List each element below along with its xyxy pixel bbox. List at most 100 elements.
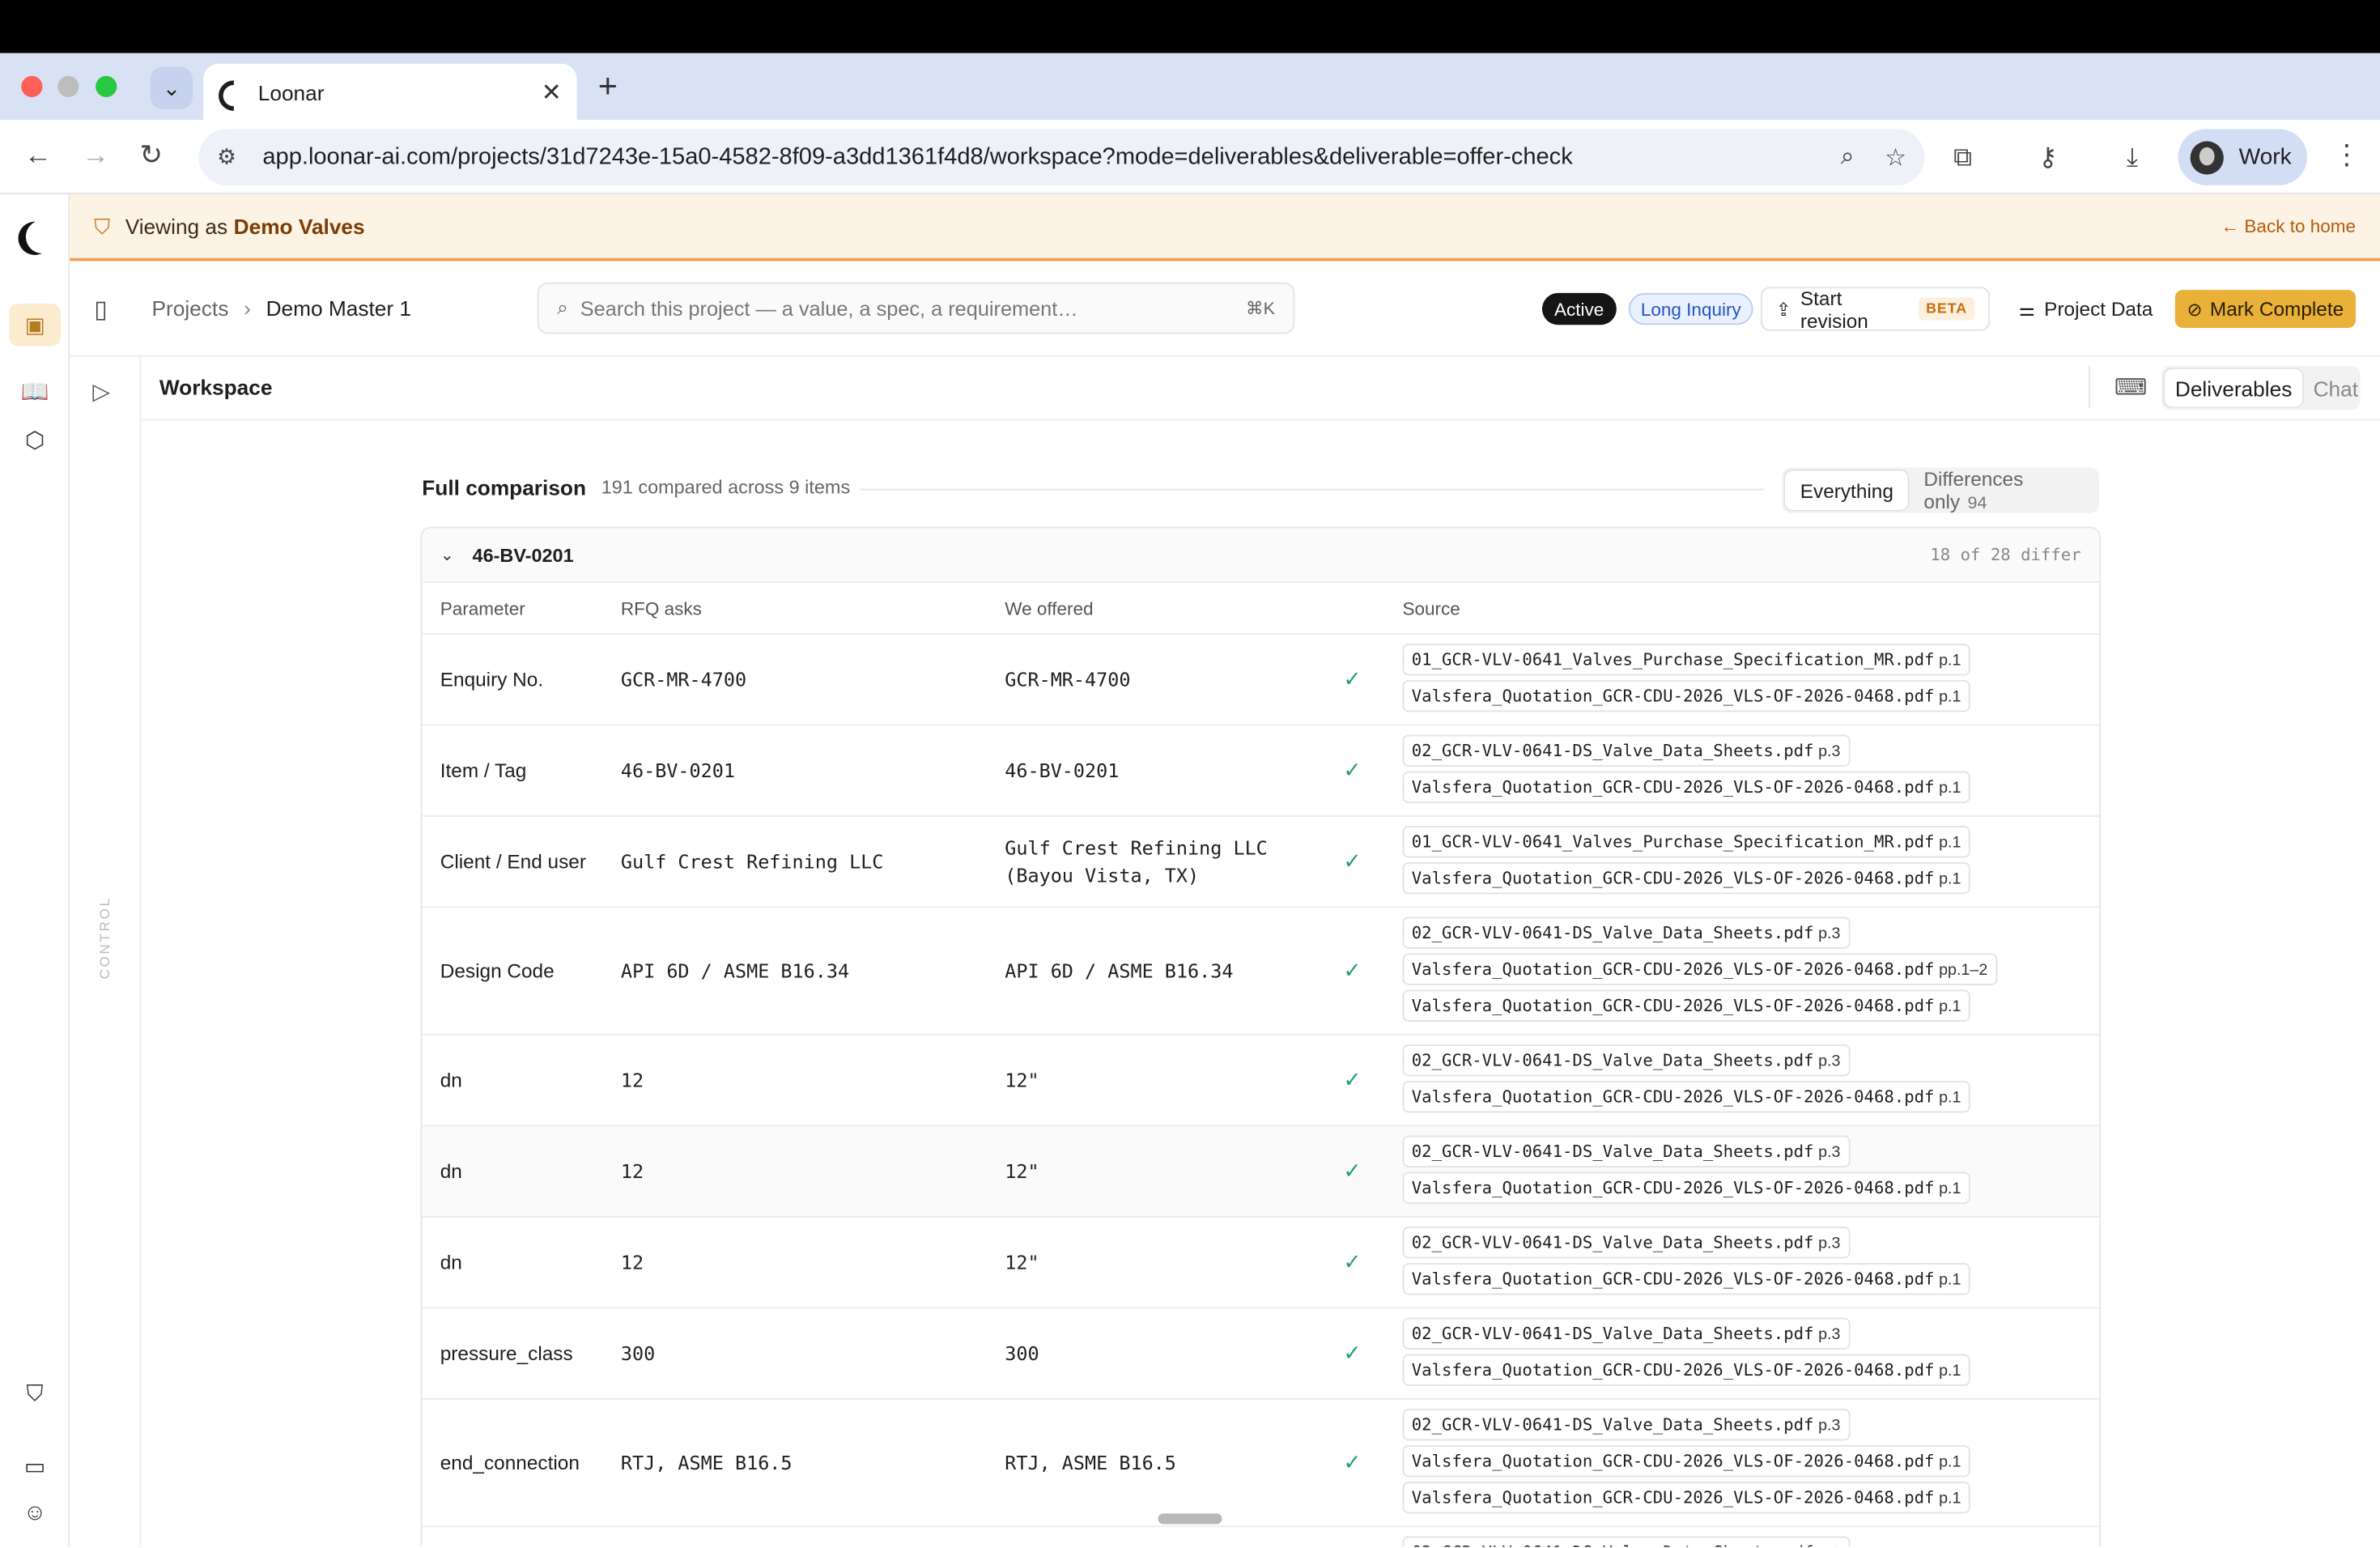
- source-chip[interactable]: 01_GCR-VLV-0641_Valves_Purchase_Specific…: [1402, 826, 1970, 858]
- source-chip[interactable]: 02_GCR-VLV-0641-DS_Valve_Data_Sheets.pdf…: [1402, 1044, 1850, 1077]
- user-icon[interactable]: ☺: [19, 1500, 50, 1526]
- source-chip[interactable]: 02_GCR-VLV-0641-DS_Valve_Data_Sheets.pdf…: [1402, 1227, 1850, 1259]
- forward-arrow-icon[interactable]: →: [82, 140, 109, 172]
- source-file: 02_GCR-VLV-0641-DS_Valve_Data_Sheets.pdf: [1411, 923, 1814, 943]
- match-check-icon: ✓: [1343, 958, 1362, 983]
- source-chip[interactable]: Valsfera_Quotation_GCR-CDU-2026_VLS-OF-2…: [1402, 1263, 1970, 1295]
- tab-deliverables[interactable]: Deliverables: [2164, 368, 2303, 407]
- extensions-puzzle-icon[interactable]: ⧉: [1953, 142, 1972, 173]
- match-check-icon: ✓: [1343, 1340, 1362, 1365]
- browser-menu-icon[interactable]: ⋮: [2333, 140, 2361, 172]
- projects-nav-icon[interactable]: ▣: [9, 304, 61, 347]
- back-to-home-link[interactable]: ← Back to home: [2221, 215, 2356, 236]
- group-diff-count: 18 of 28 differ: [1930, 545, 2081, 565]
- source-page: p.3: [1818, 1142, 1841, 1162]
- table-row: end_connection RTJ, ASME B16.5 RTJ, ASME B…: [422, 1400, 2100, 1528]
- workspace-bar: Workspace ⌨: [141, 356, 2380, 421]
- check-circle-icon: ⊘: [2187, 298, 2203, 320]
- browser-tab[interactable]: Loonar ✕: [203, 63, 577, 121]
- offered-cell: 12": [1005, 1069, 1039, 1092]
- match-check-icon: ✓: [1343, 1158, 1362, 1183]
- source-chip[interactable]: Valsfera_Quotation_GCR-CDU-2026_VLS-OF-2…: [1402, 1445, 1970, 1478]
- group-header[interactable]: ⌄ 46-BV-0201 18 of 28 differ: [422, 528, 2100, 583]
- inquiry-type-badge: Long Inquiry: [1628, 292, 1753, 325]
- download-icon[interactable]: ⤓: [2127, 142, 2138, 173]
- col-we-offered: We offered: [1005, 598, 1094, 619]
- source-chip[interactable]: 01_GCR-VLV-0641_Valves_Purchase_Specific…: [1402, 644, 1970, 676]
- source-file: Valsfera_Quotation_GCR-CDU-2026_VLS-OF-2…: [1411, 777, 1935, 797]
- back-arrow-icon[interactable]: ←: [24, 140, 52, 172]
- chat-bubble-icon[interactable]: ▭: [19, 1452, 50, 1480]
- breadcrumb-projects[interactable]: Projects: [152, 296, 229, 321]
- expand-panel-icon[interactable]: ▷: [92, 378, 110, 406]
- minimize-window-dot[interactable]: [57, 75, 79, 97]
- zoom-window-dot[interactable]: [96, 75, 117, 97]
- project-data-button[interactable]: ⚌ Project Data: [2007, 287, 2165, 330]
- address-bar[interactable]: ⚙ app.loonar-ai.com/projects/31d7243e-15…: [198, 129, 1925, 185]
- url-text[interactable]: app.loonar-ai.com/projects/31d7243e-15a0…: [262, 143, 1810, 171]
- package-cube-icon[interactable]: ⬡: [19, 427, 50, 454]
- match-check-icon: ✓: [1343, 1249, 1362, 1274]
- shield-icon[interactable]: ⛉: [19, 1381, 50, 1407]
- source-file: Valsfera_Quotation_GCR-CDU-2026_VLS-OF-2…: [1411, 959, 1935, 980]
- source-page: p.3: [1818, 1544, 1840, 1547]
- tab-search-chevron-icon[interactable]: ⌄: [150, 66, 193, 109]
- source-chip[interactable]: 02_GCR-VLV-0641-DS_Valve_Data_Sheets.pdf…: [1402, 734, 1850, 767]
- mark-complete-button[interactable]: ⊘ Mark Complete: [2174, 290, 2356, 328]
- source-page: p.3: [1818, 1325, 1841, 1344]
- parameter-cell: Design Code: [440, 959, 555, 983]
- loonar-logo-icon[interactable]: [19, 222, 55, 258]
- keyboard-icon[interactable]: ⌨: [2114, 373, 2148, 401]
- reload-icon[interactable]: ↻: [140, 140, 163, 172]
- source-page: p.3: [1818, 742, 1841, 761]
- comparison-rows: Enquiry No. GCR-MR-4700 GCR-MR-4700 ✓ 01_GCR…: [422, 635, 2100, 1547]
- source-chip[interactable]: 02_GCR-VLV-0641-DS_Valve_Data_Sheets.pdf…: [1402, 1135, 1850, 1167]
- source-chip[interactable]: Valsfera_Quotation_GCR-CDU-2026_VLS-OF-2…: [1402, 1354, 1970, 1386]
- project-search-input[interactable]: ⌕ Search this project — a value, a spec,…: [537, 282, 1295, 334]
- source-file: Valsfera_Quotation_GCR-CDU-2026_VLS-OF-2…: [1411, 1360, 1935, 1380]
- start-revision-button[interactable]: ⇪ Start revision BETA: [1761, 286, 1991, 332]
- rfq-cell: 12: [620, 1069, 644, 1092]
- sidebar-toggle-icon[interactable]: ▯: [94, 295, 108, 325]
- source-chip[interactable]: 02_GCR-VLV-0641-DS_Valve_Data_Sheets.pdf…: [1402, 1409, 1850, 1441]
- new-tab-icon[interactable]: +: [598, 67, 618, 107]
- source-chip[interactable]: Valsfera_Quotation_GCR-CDU-2026_VLS-OF-2…: [1402, 1172, 1970, 1204]
- source-chip[interactable]: Valsfera_Quotation_GCR-CDU-2026_VLS-OF-2…: [1402, 771, 1970, 803]
- source-list: 02_GCR-VLV-0641-DS_Valve_Data_Sheets.pdf…: [1402, 734, 1970, 808]
- source-page: p.3: [1818, 1234, 1841, 1252]
- parameter-cell: Enquiry No.: [440, 668, 544, 691]
- zoom-icon[interactable]: ⌕: [1841, 143, 1855, 171]
- site-settings-icon[interactable]: ⚙: [217, 143, 244, 171]
- start-revision-label: Start revision: [1800, 286, 1868, 332]
- source-file: 02_GCR-VLV-0641-DS_Valve_Data_Sheets.pdf: [1412, 1542, 1814, 1547]
- source-chip[interactable]: 02_GCR-VLV-0641-DS_Valve_Data_Sheets.pdf…: [1402, 1317, 1850, 1350]
- source-chip[interactable]: Valsfera_Quotation_GCR-CDU-2026_VLS-OF-2…: [1402, 862, 1970, 895]
- source-chip[interactable]: 02_GCR-VLV-0641-DS_Valve_Data_Sheets.pdf…: [1402, 1536, 1850, 1547]
- filter-everything[interactable]: Everything: [1785, 470, 1909, 510]
- offered-cell: 12": [1005, 1251, 1039, 1274]
- source-chip[interactable]: Valsfera_Quotation_GCR-CDU-2026_VLS-OF-2…: [1402, 1081, 1970, 1113]
- loonar-favicon-icon: [219, 79, 243, 104]
- bookmark-star-icon[interactable]: ☆: [1885, 142, 1906, 172]
- close-tab-icon[interactable]: ✕: [542, 77, 562, 108]
- source-chip[interactable]: Valsfera_Quotation_GCR-CDU-2026_VLS-OF-2…: [1402, 680, 1970, 712]
- parameter-cell: dn: [440, 1069, 462, 1092]
- source-list: 02_GCR-VLV-0641-DS_Valve_Data_Sheets.pdf…: [1402, 1409, 1970, 1518]
- source-chip[interactable]: 02_GCR-VLV-0641-DS_Valve_Data_Sheets.pdf…: [1402, 916, 1850, 949]
- password-key-icon[interactable]: ⚷: [2038, 142, 2057, 173]
- mark-complete-label: Mark Complete: [2209, 297, 2344, 321]
- parameter-cell: Client / End user: [440, 850, 586, 874]
- workspace-title: Workspace: [159, 375, 273, 400]
- source-chip[interactable]: Valsfera_Quotation_GCR-CDU-2026_VLS-OF-2…: [1402, 1482, 1970, 1514]
- library-book-icon[interactable]: 📖: [19, 378, 50, 406]
- source-chip[interactable]: Valsfera_Quotation_GCR-CDU-2026_VLS-OF-2…: [1402, 953, 1997, 985]
- source-page: p.1: [1939, 778, 1961, 797]
- source-file: Valsfera_Quotation_GCR-CDU-2026_VLS-OF-2…: [1411, 1178, 1935, 1198]
- source-chip[interactable]: Valsfera_Quotation_GCR-CDU-2026_VLS-OF-2…: [1402, 989, 1970, 1022]
- filter-differences-only[interactable]: Differences only 94: [1909, 468, 2097, 513]
- scrollbar-thumb[interactable]: [1158, 1513, 1222, 1525]
- profile-button[interactable]: Work: [2178, 129, 2307, 185]
- close-window-dot[interactable]: [21, 75, 43, 97]
- tab-chat[interactable]: Chat: [2302, 376, 2369, 400]
- chevron-down-icon[interactable]: ⌄: [440, 545, 454, 565]
